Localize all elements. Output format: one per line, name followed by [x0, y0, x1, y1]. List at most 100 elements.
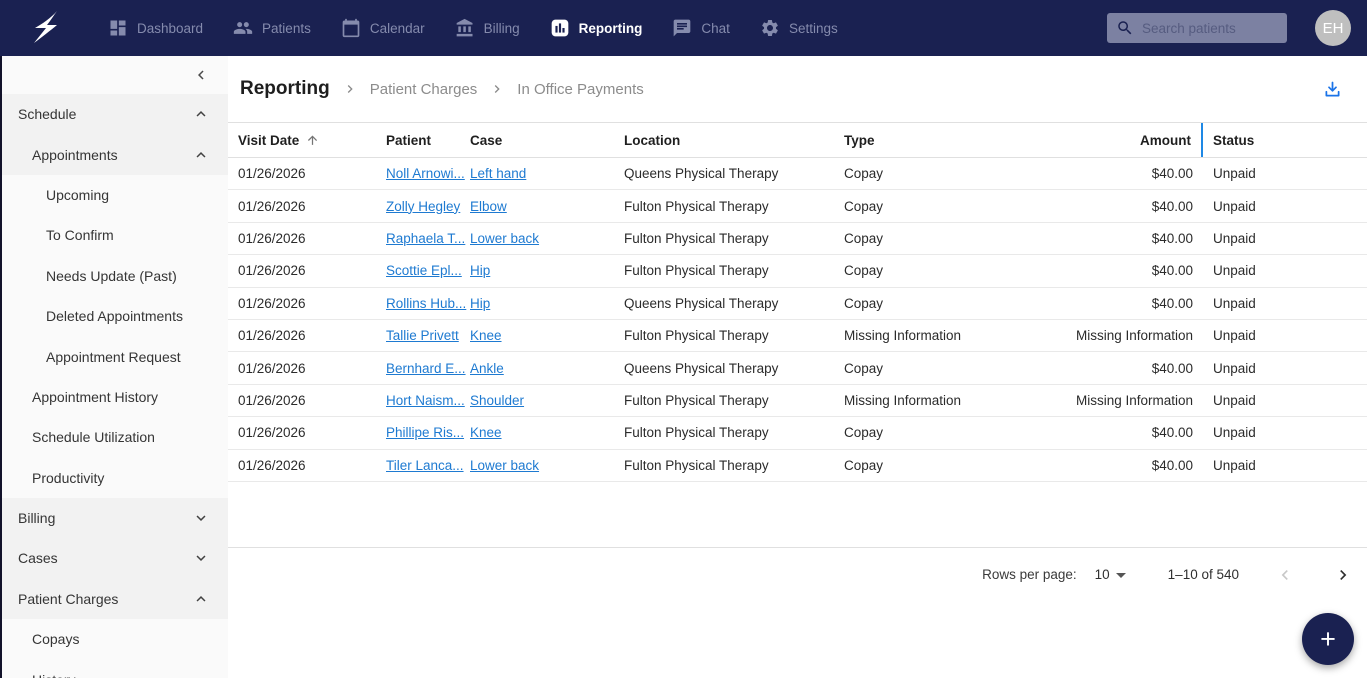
cell-status: Unpaid	[1213, 263, 1256, 279]
chevron-up-icon[interactable]	[192, 590, 210, 608]
cell-patient-link[interactable]: Tallie Privett	[386, 328, 459, 343]
cell-location: Queens Physical Therapy	[624, 295, 779, 311]
cell-location: Fulton Physical Therapy	[624, 457, 769, 473]
search-box[interactable]	[1107, 13, 1287, 43]
nav-item-patients[interactable]: Patients	[233, 18, 311, 38]
chevron-down-icon[interactable]	[192, 509, 210, 527]
cell-visit-date: 01/26/2026	[238, 166, 306, 182]
sidebar-item-to-confirm[interactable]: To Confirm	[2, 215, 228, 255]
nav-item-chat[interactable]: Chat	[672, 18, 730, 38]
sidebar-item-needs-update-past[interactable]: Needs Update (Past)	[2, 256, 228, 296]
sidebar-item-schedule[interactable]: Schedule	[2, 94, 228, 135]
chevron-up-icon[interactable]	[192, 105, 210, 123]
download-icon	[1325, 81, 1340, 96]
app-logo-icon	[30, 8, 70, 48]
sidebar-item-appointment-history[interactable]: Appointment History	[2, 377, 228, 417]
cell-type: Copay	[844, 360, 884, 376]
breadcrumb-link-patient-charges[interactable]: Patient Charges	[370, 81, 478, 98]
cell-patient-link[interactable]: Rollins Hub...	[386, 296, 466, 311]
column-header-visit-date[interactable]: Visit Date	[238, 123, 386, 157]
column-header-location[interactable]: Location	[624, 123, 844, 157]
sidebar-item-patient-charges[interactable]: Patient Charges	[2, 578, 228, 620]
sidebar-item-copays[interactable]: Copays	[2, 619, 228, 659]
pagination: Rows per page: 10 1–10 of 540	[228, 548, 1367, 602]
sidebar-item-label: Cases	[18, 550, 58, 567]
chevron-right-icon	[347, 85, 353, 93]
cell-case: Lower back	[470, 458, 624, 473]
column-header-patient[interactable]: Patient	[386, 123, 470, 157]
table-header-row: Visit Date Patient Case Location Type Amount S…	[228, 122, 1367, 158]
cell-case-link[interactable]: Knee	[470, 328, 502, 343]
cell-amount: $40.00	[1151, 166, 1193, 182]
sidebar-item-cases[interactable]: Cases	[2, 538, 228, 579]
cell-case-link[interactable]: Ankle	[470, 361, 504, 376]
cell-patient-link[interactable]: Tiler Lanca...	[386, 458, 464, 473]
nav-item-dashboard[interactable]: Dashboard	[108, 18, 203, 38]
sidebar-item-schedule-utilization[interactable]: Schedule Utilization	[2, 417, 228, 457]
chevron-up-icon[interactable]	[192, 146, 210, 164]
column-header-case[interactable]: Case	[470, 123, 624, 157]
column-header-label: Case	[470, 132, 503, 148]
chevron-right-icon	[495, 85, 500, 93]
column-header-status[interactable]: Status	[1203, 123, 1367, 157]
previous-page-button[interactable]	[1273, 563, 1297, 587]
sidebar-item-label: To Confirm	[46, 227, 114, 244]
cell-location: Fulton Physical Therapy	[624, 263, 769, 279]
cell-case: Lower back	[470, 231, 624, 246]
cell-patient-link[interactable]: Raphaela T...	[386, 231, 465, 246]
cell-case-link[interactable]: Hip	[470, 296, 490, 311]
sidebar-item-label: Appointment History	[32, 388, 159, 405]
cell-patient-link[interactable]: Phillipe Ris...	[386, 425, 464, 440]
cell-patient-link[interactable]: Hort Naism...	[386, 393, 465, 408]
cell-visit-date: 01/26/2026	[238, 328, 306, 344]
cell-amount: Missing Information	[1075, 392, 1193, 408]
nav-item-calendar[interactable]: Calendar	[341, 18, 425, 38]
cell-case-link[interactable]: Lower back	[470, 231, 539, 246]
cell-patient-link[interactable]: Zolly Hegley	[386, 199, 460, 214]
breadcrumb-link-in-office-payments[interactable]: In Office Payments	[517, 81, 643, 98]
cell-case-link[interactable]: Lower back	[470, 458, 539, 473]
cell-case-link[interactable]: Hip	[470, 263, 490, 278]
cell-status: Unpaid	[1213, 425, 1256, 441]
sidebar-item-label: Billing	[18, 510, 56, 527]
sidebar-item-productivity[interactable]: Productivity	[2, 458, 228, 498]
column-header-label: Amount	[1140, 132, 1191, 148]
cell-patient-link[interactable]: Bernhard E...	[386, 361, 466, 376]
nav-item-billing[interactable]: Billing	[455, 18, 520, 38]
nav-item-settings[interactable]: Settings	[760, 18, 838, 38]
cell-case-link[interactable]: Left hand	[470, 166, 526, 181]
sidebar-item-label: Patient Charges	[18, 590, 119, 607]
sidebar-item-upcoming[interactable]: Upcoming	[2, 175, 228, 215]
chevron-down-icon[interactable]	[192, 549, 210, 567]
sidebar-item-billing[interactable]: Billing	[2, 497, 228, 539]
table-row: 01/26/2026 Raphaela T... Lower back Fulton …	[228, 223, 1367, 256]
sidebar-collapse-icon[interactable]	[192, 66, 210, 84]
cell-patient-link[interactable]: Noll Arnowi...	[386, 166, 465, 181]
nav-item-label: Calendar	[369, 20, 425, 36]
cell-amount: $40.00	[1151, 263, 1193, 279]
cell-patient: Tiler Lanca...	[386, 458, 470, 473]
sidebar-item-label: Appointment Request	[46, 348, 181, 365]
cell-case-link[interactable]: Knee	[470, 425, 502, 440]
search-input[interactable]	[1142, 20, 1278, 36]
cell-patient-link[interactable]: Scottie Epl...	[386, 263, 462, 278]
sidebar-item-history[interactable]: History	[2, 659, 228, 678]
cell-case-link[interactable]: Elbow	[470, 199, 507, 214]
column-header-amount[interactable]: Amount	[1074, 123, 1203, 157]
sidebar-item-appointments[interactable]: Appointments	[2, 134, 228, 175]
next-page-button[interactable]	[1331, 563, 1355, 587]
sidebar-item-deleted-appointments[interactable]: Deleted Appointments	[2, 296, 228, 336]
download-button[interactable]	[1318, 75, 1347, 104]
nav-item-reporting[interactable]: Reporting	[550, 18, 642, 38]
sidebar-item-appointment-request[interactable]: Appointment Request	[2, 336, 228, 376]
add-button[interactable]: +	[1302, 613, 1354, 665]
cell-case-link[interactable]: Shoulder	[470, 393, 524, 408]
column-header-type[interactable]: Type	[844, 123, 1074, 157]
column-header-label: Status	[1213, 132, 1255, 148]
breadcrumb: Reporting Patient Charges In Office Paymen…	[228, 56, 1367, 122]
cell-type: Copay	[844, 457, 884, 473]
rows-per-page-select[interactable]: 10	[1095, 567, 1126, 582]
cell-case: Knee	[470, 328, 624, 343]
user-avatar[interactable]: EH	[1315, 10, 1351, 46]
search-icon	[1118, 21, 1132, 35]
